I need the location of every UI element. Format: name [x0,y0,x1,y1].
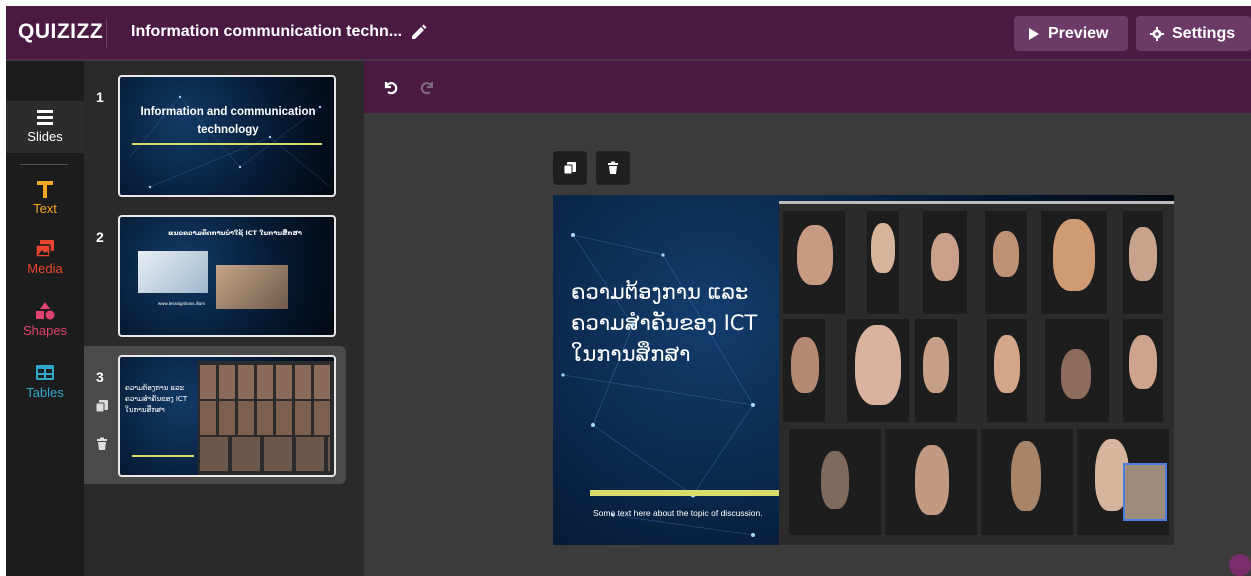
rail-item-text[interactable]: Text [6,179,84,216]
participant-tile [985,211,1027,314]
screenshot-top-bar [779,201,1174,204]
tool-rail: Slides Text Media Shapes Tables [6,61,84,576]
rail-item-slides[interactable]: Slides [6,101,84,153]
trash-icon[interactable] [95,437,109,451]
participant-tile [847,319,909,422]
slide-2-image-1 [138,251,208,293]
slide-2-image-2 [216,265,288,309]
rail-label-shapes: Shapes [22,323,68,338]
slide-item-2[interactable]: 2 ແນວຄວາມຄິດການນຳໃຊ້ ICT ໃນການສຶກສາ www.… [84,209,364,337]
slide-thumbnail-1[interactable]: Information and communication technology [118,75,336,197]
participant-tile [987,319,1027,422]
preview-button[interactable]: Preview [1014,16,1128,51]
text-icon [37,181,53,198]
redo-icon[interactable] [420,79,436,95]
participant-tile [885,429,977,535]
slide-1-title: Information and communication technology [140,106,316,136]
rail-label-media: Media [27,261,63,276]
slide-3-video-grid [198,361,334,475]
slide-item-3[interactable]: 3 ຄວາມຕ້ອງການ ແລະ ຄວາມສຳຄັນຂອງ ICT ໃນການ… [84,349,364,479]
main-slide-footer[interactable]: Some text here about the topic of discus… [593,508,763,518]
rail-label-text: Text [33,201,57,216]
shapes-icon [36,302,55,320]
copy-icon [563,162,576,175]
rail-item-shapes[interactable]: Shapes [6,301,84,338]
canvas-toolbar [364,61,1251,113]
undo-icon[interactable] [382,79,398,95]
main-slide-title[interactable]: ຄວາມຕ້ອງການ ແລະ ຄວາມສຳຄັນຂອງ ICT ໃນການສຶ… [571,277,781,370]
participant-tile [1041,211,1107,314]
logo-divider [106,18,107,48]
self-view-tile [1123,463,1167,521]
participant-tile [1045,319,1109,422]
slide-2-url: www.lesssignhoss.illom [158,301,206,306]
participant-tile [1123,319,1163,422]
gear-icon [1150,26,1164,41]
play-icon [1029,27,1039,40]
main-slide-canvas[interactable]: ຄວາມຕ້ອງການ ແລະ ຄວາມສຳຄັນຂອງ ICT ໃນການສຶ… [553,195,1174,545]
participant-tile [1077,429,1169,535]
slide-number: 3 [96,369,104,385]
participant-tile [923,211,967,314]
slide-3-accent-line [132,455,194,457]
preview-label: Preview [1048,24,1109,42]
help-bubble[interactable] [1229,554,1251,576]
quizizz-logo[interactable]: QUIZIZZ [18,20,103,44]
slide-3-title: ຄວາມຕ້ອງການ ແລະ ຄວາມສຳຄັນຂອງ ICT ໃນການສຶ… [125,384,188,414]
rail-item-tables[interactable]: Tables [6,363,84,400]
participant-tile [867,211,899,314]
app-window: QUIZIZZ Information communication techn.… [6,6,1251,576]
slide-thumbnail-2[interactable]: ແນວຄວາມຄິດການນຳໃຊ້ ICT ໃນການສຶກສາ www.le… [118,215,336,337]
participant-tile [783,319,825,422]
slide-number: 1 [96,89,104,105]
media-icon [35,240,54,258]
rail-label-slides: Slides [27,129,63,144]
duplicate-icon[interactable] [95,399,109,413]
slide-item-1[interactable]: 1 Information and communication technolo… [84,69,364,197]
participant-tile [1123,211,1163,314]
slide-list-panel: 1 Information and communication technolo… [84,61,364,576]
duplicate-slide-button[interactable] [553,151,587,185]
presentation-title[interactable]: Information communication techn... [131,23,402,41]
tables-icon [36,365,54,380]
video-call-screenshot[interactable] [779,201,1174,545]
slide-thumbnail-3[interactable]: ຄວາມຕ້ອງການ ແລະ ຄວາມສຳຄັນຂອງ ICT ໃນການສຶ… [118,355,336,477]
participant-tile [783,211,845,314]
delete-slide-button[interactable] [596,151,630,185]
participant-tile [789,429,881,535]
accent-line [590,490,780,496]
slides-icon [37,110,53,125]
participant-tile [915,319,957,422]
rail-item-media[interactable]: Media [6,239,84,276]
trash-icon [608,161,618,174]
slide-number: 2 [96,229,104,245]
rail-label-tables: Tables [26,385,64,400]
participant-tile [981,429,1073,535]
pencil-icon[interactable] [410,23,428,41]
settings-button[interactable]: Settings [1136,16,1251,51]
top-bar: QUIZIZZ Information communication techn.… [6,6,1251,60]
slide-2-title: ແນວຄວາມຄິດການນຳໃຊ້ ICT ໃນການສຶກສາ [168,229,302,237]
rail-divider [20,164,68,165]
settings-label: Settings [1172,24,1236,42]
